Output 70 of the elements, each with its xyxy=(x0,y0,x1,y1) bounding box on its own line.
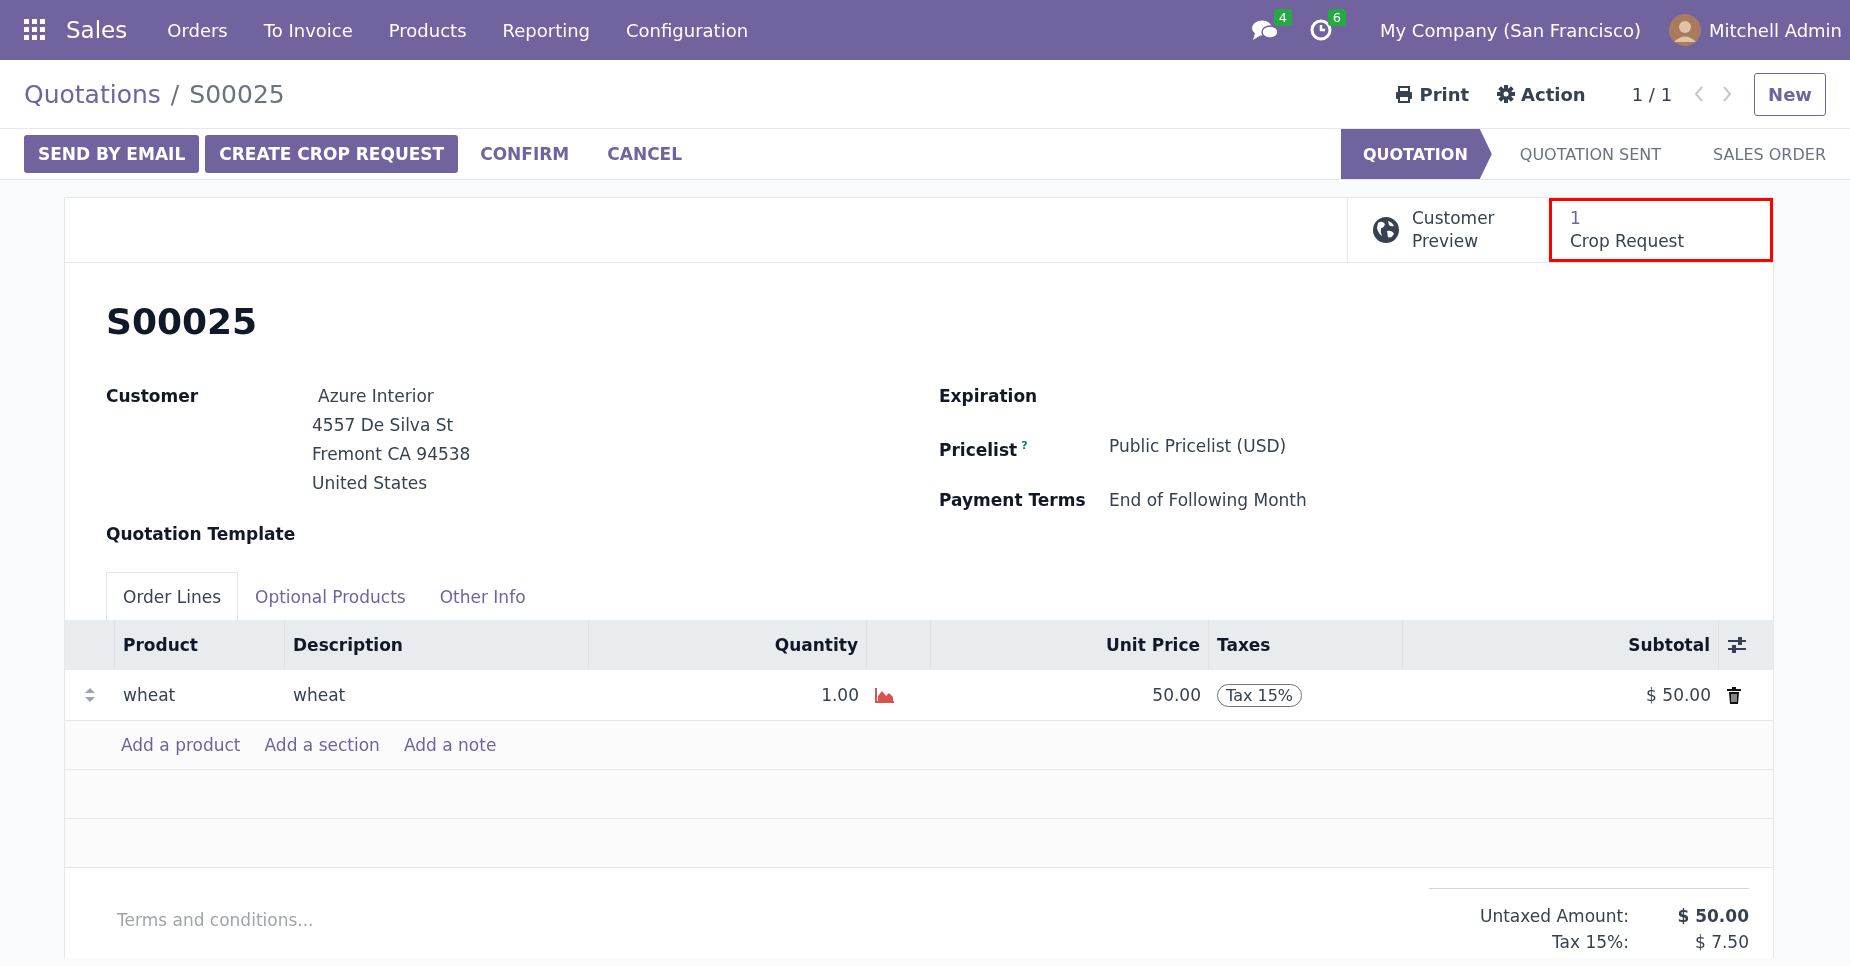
tab[interactable]: Other Info xyxy=(422,572,543,620)
record-title: S00025 xyxy=(106,301,259,342)
action-button[interactable]: CONFIRM xyxy=(464,135,586,173)
field-label: Quotation Template xyxy=(106,523,297,546)
help-icon[interactable]: ? xyxy=(1021,439,1028,452)
field-value[interactable]: End of Following Month xyxy=(1109,489,1307,510)
status-step[interactable]: QUOTATION xyxy=(1340,129,1492,179)
trash-icon[interactable] xyxy=(1727,686,1741,704)
column-header[interactable]: Taxes xyxy=(1209,620,1403,670)
column-header[interactable]: Unit Price xyxy=(931,620,1209,670)
sliders-icon[interactable] xyxy=(1727,636,1747,654)
globe-icon xyxy=(1372,216,1400,244)
add-line-link[interactable]: Add a section xyxy=(264,735,380,755)
field-label: Payment Terms xyxy=(939,489,1086,510)
app-name[interactable]: Sales xyxy=(46,17,150,43)
address-line: 4557 De Silva St xyxy=(312,414,455,437)
avatar-icon xyxy=(1668,14,1701,46)
table-cell-text: 50.00 xyxy=(1151,685,1202,705)
action-button[interactable]: SEND BY EMAIL xyxy=(24,135,200,173)
menu-item[interactable]: Products xyxy=(370,19,485,41)
activity-count-badge: 6 xyxy=(1327,9,1346,26)
add-line-link[interactable]: Add a note xyxy=(403,735,497,755)
field-label: Expiration xyxy=(939,386,1038,406)
add-line-link[interactable]: Add a product xyxy=(121,735,241,755)
count-value: 1 xyxy=(1570,207,1581,230)
action-button[interactable]: Action xyxy=(1497,83,1586,105)
button-label: Crop Request xyxy=(1570,230,1685,253)
column-header[interactable]: Subtotal xyxy=(1403,620,1719,670)
address-line: United States xyxy=(312,472,429,495)
user-name[interactable]: Mitchell Admin xyxy=(1708,19,1842,41)
apps-menu-icon[interactable] xyxy=(24,19,46,41)
field-label: Pricelist xyxy=(939,439,1018,460)
menu-item[interactable]: Reporting xyxy=(484,19,609,41)
new-button[interactable]: New xyxy=(1754,72,1826,116)
total-value: $ 50.00 xyxy=(1676,905,1749,928)
field-value[interactable]: Public Pricelist (USD) xyxy=(1109,436,1287,456)
table-cell-text: $ 50.00 xyxy=(1645,685,1712,705)
company-switcher[interactable]: My Company (San Francisco) xyxy=(1361,19,1659,41)
message-count-badge: 4 xyxy=(1273,9,1292,26)
tab[interactable]: Optional Products xyxy=(238,572,423,620)
total-value: $ 7.50 xyxy=(1693,931,1749,954)
clock-icon xyxy=(1309,19,1332,41)
action-button[interactable]: CANCEL xyxy=(591,135,699,173)
total-label: Tax 15%: xyxy=(1551,931,1629,954)
customer-name[interactable]: Azure Interior xyxy=(312,382,899,411)
breadcrumb-link[interactable]: Quotations xyxy=(24,79,161,109)
print-button[interactable]: Print xyxy=(1395,83,1470,105)
column-header[interactable]: Product xyxy=(115,620,285,670)
menu-item[interactable]: Orders xyxy=(149,19,246,41)
printer-icon xyxy=(1395,85,1414,103)
chat-icon xyxy=(1251,19,1278,41)
action-button[interactable]: CREATE CROP REQUEST xyxy=(205,135,459,173)
drag-handle-icon xyxy=(84,687,96,703)
pager-value: 1 / 1 xyxy=(1631,83,1673,105)
field-label: Customer xyxy=(106,385,200,408)
table-cell-text: wheat xyxy=(292,685,347,705)
gear-icon xyxy=(1497,85,1516,103)
breadcrumb-separator: / xyxy=(170,79,180,109)
address-line: Fremont CA 94538 xyxy=(312,443,472,466)
crop-request-button[interactable]: 1 Crop Request xyxy=(1549,198,1773,262)
tab[interactable]: Order Lines xyxy=(106,572,238,620)
menu-item[interactable]: Configuration xyxy=(608,19,767,41)
column-header[interactable]: Quantity xyxy=(589,620,867,670)
table-cell-text: wheat xyxy=(122,685,177,705)
area-chart-icon xyxy=(875,687,895,703)
total-label: Untaxed Amount: xyxy=(1478,905,1629,928)
menu-item[interactable]: To Invoice xyxy=(245,19,371,41)
table-cell-text: 1.00 xyxy=(820,685,860,705)
column-header[interactable]: Description xyxy=(285,620,589,670)
breadcrumb-current: S00025 xyxy=(189,79,285,109)
